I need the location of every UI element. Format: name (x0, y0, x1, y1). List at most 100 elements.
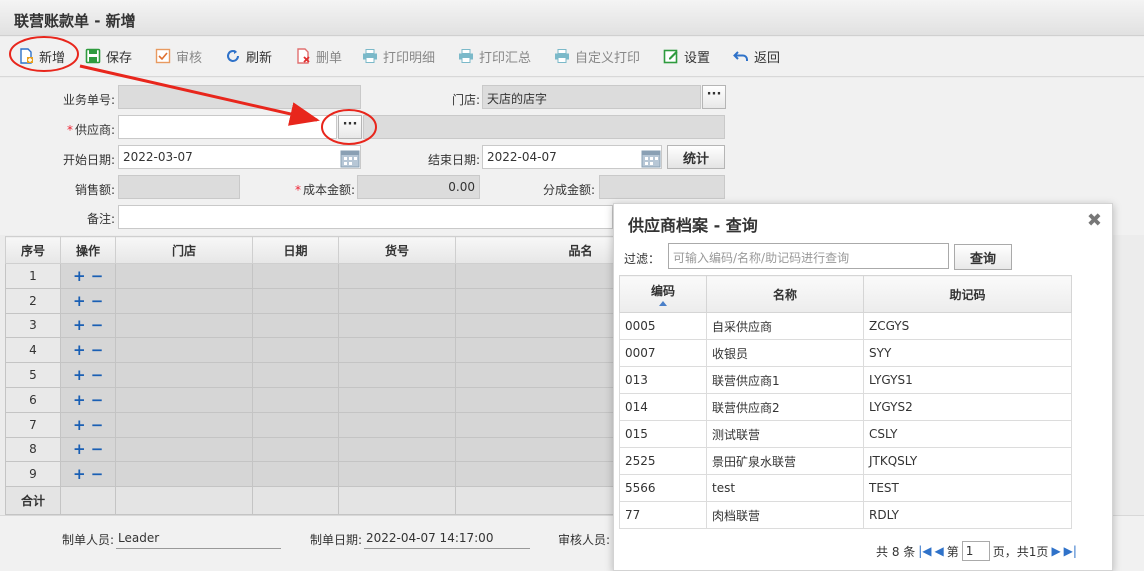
cell-date[interactable] (252, 263, 339, 289)
row-ops[interactable]: + − (60, 263, 116, 289)
cell-store[interactable] (115, 287, 253, 314)
table-row[interactable]: 2 + − (5, 287, 706, 314)
supplier-row[interactable]: 013 联营供应商1 LYGYS1 (619, 366, 1072, 394)
query-button[interactable]: 查询 (954, 244, 1012, 270)
supplier-row[interactable]: 014 联营供应商2 LYGYS2 (619, 393, 1072, 421)
cell-sku[interactable] (338, 386, 456, 413)
pager-suffix: 页，共1页 (992, 544, 1049, 559)
cell-sku[interactable] (338, 461, 456, 488)
row-ops[interactable]: + − (60, 436, 116, 463)
print-summary-button[interactable]: 打印汇总 (458, 45, 531, 67)
cell-store[interactable] (115, 461, 253, 488)
table-row[interactable]: 3 + − (5, 312, 706, 339)
row-ops-icons[interactable]: + − (73, 316, 103, 334)
col-mnemonic[interactable]: 助记码 (863, 275, 1072, 313)
custom-print-button[interactable]: 自定义打印 (554, 45, 640, 67)
cell-sku[interactable] (338, 362, 456, 388)
cell-sku[interactable] (338, 263, 456, 289)
supplier-code: 0005 (619, 312, 707, 340)
new-button[interactable]: 新增 (18, 45, 65, 67)
table-row[interactable]: 5 + − (5, 362, 706, 388)
cell-store[interactable] (115, 362, 253, 388)
supplier-row[interactable]: 0005 自采供应商 ZCGYS (619, 312, 1072, 340)
cell-store[interactable] (115, 263, 253, 289)
row-ops[interactable]: + − (60, 386, 116, 413)
calendar-icon[interactable] (641, 148, 661, 168)
creator-label: 制单人员: (62, 533, 115, 547)
cell-sku[interactable] (338, 411, 456, 438)
cell-sku[interactable] (338, 436, 456, 463)
row-ops-icons[interactable]: + − (73, 465, 103, 483)
cell-date[interactable] (252, 461, 339, 488)
stat-button[interactable]: 统计 (667, 145, 725, 169)
cell-date[interactable] (252, 312, 339, 339)
supplier-row[interactable]: 5566 test TEST (619, 474, 1072, 502)
col-name[interactable]: 名称 (706, 275, 864, 313)
row-ops-icons[interactable]: + − (73, 391, 103, 409)
row-ops-icons[interactable]: + − (73, 341, 103, 359)
row-ops-icons[interactable]: + − (73, 292, 103, 310)
supplier-row[interactable]: 77 肉档联营 RDLY (619, 501, 1072, 529)
print-detail-button[interactable]: 打印明细 (362, 45, 435, 67)
next-page-icon[interactable]: ▶ (1051, 544, 1060, 558)
supplier-mnemonic: RDLY (863, 501, 1072, 529)
remark-field[interactable] (118, 205, 613, 229)
cell-store[interactable] (115, 337, 253, 364)
cell-sku[interactable] (338, 337, 456, 364)
table-row[interactable]: 7 + − (5, 411, 706, 438)
table-row[interactable]: 9 + − (5, 461, 706, 488)
cell-date[interactable] (252, 436, 339, 463)
supplier-name: test (706, 474, 864, 502)
row-ops[interactable]: + − (60, 362, 116, 388)
calendar-icon[interactable] (340, 148, 360, 168)
row-ops-icons[interactable]: + − (73, 440, 103, 458)
supplier-row[interactable]: 2525 景田矿泉水联营 JTKQSLY (619, 447, 1072, 475)
row-ops[interactable]: + − (60, 461, 116, 488)
row-ops[interactable]: + − (60, 287, 116, 314)
save-button[interactable]: 保存 (85, 45, 132, 67)
prev-page-icon[interactable]: ◀ (935, 544, 944, 558)
store-field: 天店的店字 (482, 85, 701, 109)
last-page-icon[interactable]: ▶| (1064, 544, 1077, 558)
table-row[interactable]: 4 + − (5, 337, 706, 364)
row-ops[interactable]: + − (60, 312, 116, 339)
supplier-field[interactable] (118, 115, 337, 139)
cell-store[interactable] (115, 386, 253, 413)
refresh-button[interactable]: 刷新 (225, 45, 272, 67)
table-row[interactable]: 6 + − (5, 386, 706, 413)
cell-date[interactable] (252, 337, 339, 364)
filter-input[interactable]: 可输入编码/名称/助记码进行查询 (668, 243, 949, 269)
store-label: 门店: (451, 93, 480, 107)
review-button[interactable]: 审核 (155, 45, 202, 67)
cell-sku[interactable] (338, 287, 456, 314)
delete-button[interactable]: 删单 (295, 45, 342, 67)
cell-store[interactable] (115, 436, 253, 463)
row-ops-icons[interactable]: + − (73, 267, 103, 285)
cell-sku[interactable] (338, 312, 456, 339)
settings-button[interactable]: 设置 (663, 45, 710, 67)
row-ops-icons[interactable]: + − (73, 366, 103, 384)
row-ops-icons[interactable]: + − (73, 416, 103, 434)
supplier-row[interactable]: 0007 收银员 SYY (619, 339, 1072, 367)
table-row[interactable]: 8 + − (5, 436, 706, 463)
supplier-picker-button[interactable]: ··· (338, 115, 362, 139)
row-ops[interactable]: + − (60, 337, 116, 364)
first-page-icon[interactable]: |◀ (918, 544, 931, 558)
cell-store[interactable] (115, 312, 253, 339)
back-button[interactable]: 返回 (733, 45, 780, 67)
table-row[interactable]: 1 + − (5, 263, 706, 289)
store-picker-button[interactable]: ··· (702, 85, 726, 109)
col-code[interactable]: 编码 (619, 275, 707, 313)
cell-store[interactable] (115, 411, 253, 438)
end-date-field[interactable]: 2022-04-07 (482, 145, 662, 169)
start-date-field[interactable]: 2022-03-07 (118, 145, 361, 169)
cell-date[interactable] (252, 287, 339, 314)
page-input[interactable]: 1 (961, 541, 990, 561)
cell-date[interactable] (252, 411, 339, 438)
close-icon[interactable]: ✖ (1087, 210, 1102, 231)
cell-date[interactable] (252, 362, 339, 388)
supplier-row[interactable]: 015 测试联营 CSLY (619, 420, 1072, 448)
row-ops[interactable]: + − (60, 411, 116, 438)
cell-date[interactable] (252, 386, 339, 413)
print-summary-button-label: 打印汇总 (479, 50, 532, 66)
